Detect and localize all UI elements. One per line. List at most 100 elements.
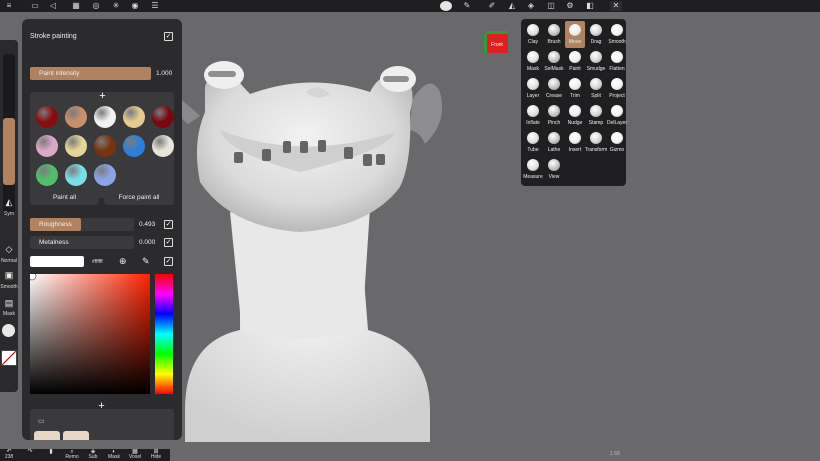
- pen-icon[interactable]: ✎: [462, 1, 472, 11]
- pinch-icon: [548, 105, 560, 117]
- color-swatch[interactable]: [36, 164, 58, 186]
- hue-slider[interactable]: [155, 274, 173, 394]
- bottom-item[interactable]: ◐ Mask: [107, 449, 121, 460]
- transform-icon: [590, 132, 602, 144]
- force-paint-all-button[interactable]: Force paint all: [104, 190, 174, 205]
- split-icon: [590, 78, 602, 90]
- stroke-painting-checkbox[interactable]: ✓: [164, 32, 173, 41]
- menu-icon[interactable]: ≡: [4, 1, 14, 11]
- layers2-icon[interactable]: ◫: [546, 1, 556, 11]
- bottom-item[interactable]: ▮: [44, 449, 58, 455]
- tube-icon: [527, 132, 539, 144]
- bottom-item-label: Hide: [150, 454, 162, 460]
- color-swatch[interactable]: [123, 106, 145, 128]
- color-swatch[interactable]: [36, 106, 58, 128]
- selmask-icon: [548, 51, 560, 63]
- color-swatch[interactable]: [65, 106, 87, 128]
- color-preview[interactable]: [30, 256, 84, 267]
- color-swatch[interactable]: [94, 164, 116, 186]
- smooth-label[interactable]: Smooth: [0, 284, 18, 290]
- roughness-label: Roughness: [39, 221, 72, 228]
- list-icon[interactable]: ☰: [150, 1, 160, 11]
- material-ball-icon[interactable]: [2, 324, 15, 337]
- paint-intensity-slider[interactable]: Paint intensity: [30, 67, 151, 80]
- color-swatches: +: [30, 91, 174, 198]
- color-swatch[interactable]: [152, 106, 174, 128]
- tool-label: View: [548, 174, 560, 180]
- mask-label[interactable]: Mask: [0, 311, 18, 317]
- square-icon[interactable]: ▣: [3, 269, 15, 281]
- material-thumb[interactable]: [34, 431, 60, 440]
- normal-label[interactable]: Normal: [0, 258, 18, 264]
- color-checkbox[interactable]: ✓: [164, 257, 173, 266]
- metalness-checkbox[interactable]: ✓: [164, 238, 173, 247]
- metalness-label: Metalness: [39, 239, 69, 246]
- tool-label: Flatten: [609, 66, 625, 72]
- symmetry-icon[interactable]: ◭: [3, 196, 15, 208]
- pencil-icon[interactable]: ✐: [487, 1, 497, 11]
- close-icon[interactable]: ✕: [610, 1, 622, 11]
- eyedropper-icon[interactable]: ✎: [142, 256, 150, 267]
- roughness-checkbox[interactable]: ✓: [164, 220, 173, 229]
- roughness-slider[interactable]: Roughness: [30, 218, 134, 231]
- eyedropper-target-icon[interactable]: ⊕: [119, 256, 127, 267]
- tool-view[interactable]: View: [544, 156, 564, 183]
- tool-gizmo[interactable]: Gizmo: [607, 129, 627, 156]
- bottom-item[interactable]: ⊞ Hide: [149, 449, 163, 460]
- camera-icon[interactable]: ◉: [130, 1, 140, 11]
- color-swatch[interactable]: [36, 135, 58, 157]
- sym-label: Sym: [4, 211, 14, 217]
- puzzle-icon[interactable]: ◧: [585, 1, 595, 11]
- sun-icon[interactable]: ✳: [111, 1, 121, 11]
- bottom-item[interactable]: ◈ Sub: [86, 449, 100, 460]
- bottom-item[interactable]: ⌕ Remo: [65, 449, 79, 460]
- bottom-item[interactable]: ↶ 238: [2, 449, 16, 460]
- grid-icon[interactable]: ▦: [71, 1, 81, 11]
- tool-dellayer[interactable]: DelLayer: [607, 102, 627, 129]
- color-swatch[interactable]: [123, 135, 145, 157]
- drop-icon[interactable]: ◇: [3, 243, 15, 255]
- project-icon: [611, 78, 623, 90]
- saturation-value-picker[interactable]: [30, 274, 150, 394]
- material-thumb[interactable]: [63, 431, 89, 440]
- globe-icon[interactable]: ◎: [91, 1, 101, 11]
- bottom-item-icon: ↷: [27, 449, 33, 455]
- folder-icon[interactable]: ▭: [38, 417, 45, 425]
- paint-intensity-value: 1.000: [156, 70, 173, 77]
- mask-icon[interactable]: ▤: [3, 297, 15, 309]
- tool-label: Smooth: [608, 39, 626, 45]
- bottom-toolbar: ↶ 238 ↷ ▮ ⌕ Remo ◈ Sub ◐ Mask ▦ Voxel ⊞ Hide: [0, 449, 170, 461]
- tool-project[interactable]: Project: [607, 75, 627, 102]
- color-swatch[interactable]: [94, 135, 116, 157]
- folder-icon[interactable]: ▭: [30, 1, 40, 11]
- bottom-item-label: 238: [4, 454, 14, 460]
- layers-icon[interactable]: ◈: [526, 1, 536, 11]
- clay-icon: [527, 24, 539, 36]
- tool-label: Gizmo: [609, 147, 625, 153]
- triangle-icon[interactable]: ◭: [507, 1, 517, 11]
- view-cube[interactable]: Front: [484, 31, 508, 53]
- color-swatch[interactable]: [152, 135, 174, 157]
- color-swatch[interactable]: [65, 164, 87, 186]
- hex-input[interactable]: #ffffff: [92, 259, 103, 265]
- inflate-icon: [527, 105, 539, 117]
- gear-icon[interactable]: ⚙: [565, 1, 575, 11]
- flatten-icon: [611, 51, 623, 63]
- stamp-icon: [590, 105, 602, 117]
- metalness-slider[interactable]: Metalness: [30, 236, 134, 249]
- radius-slider-fill: [3, 118, 15, 186]
- bottom-item-label: Mask: [108, 454, 120, 460]
- share-icon[interactable]: ◁: [48, 1, 58, 11]
- matcap-icon[interactable]: [440, 1, 452, 11]
- add-swatch-icon[interactable]: +: [97, 91, 108, 102]
- paint-all-button[interactable]: Paint all: [30, 190, 99, 205]
- bottom-item[interactable]: ↷: [23, 449, 37, 455]
- layer-icon: [527, 78, 539, 90]
- roughness-value: 0.493: [139, 221, 156, 228]
- color-swatch[interactable]: [94, 106, 116, 128]
- no-color-icon[interactable]: [1, 350, 17, 366]
- tool-flatten[interactable]: Flatten: [607, 48, 627, 75]
- color-swatch[interactable]: [65, 135, 87, 157]
- bottom-item[interactable]: ▦ Voxel: [128, 449, 142, 460]
- tool-smooth[interactable]: Smooth: [607, 21, 627, 48]
